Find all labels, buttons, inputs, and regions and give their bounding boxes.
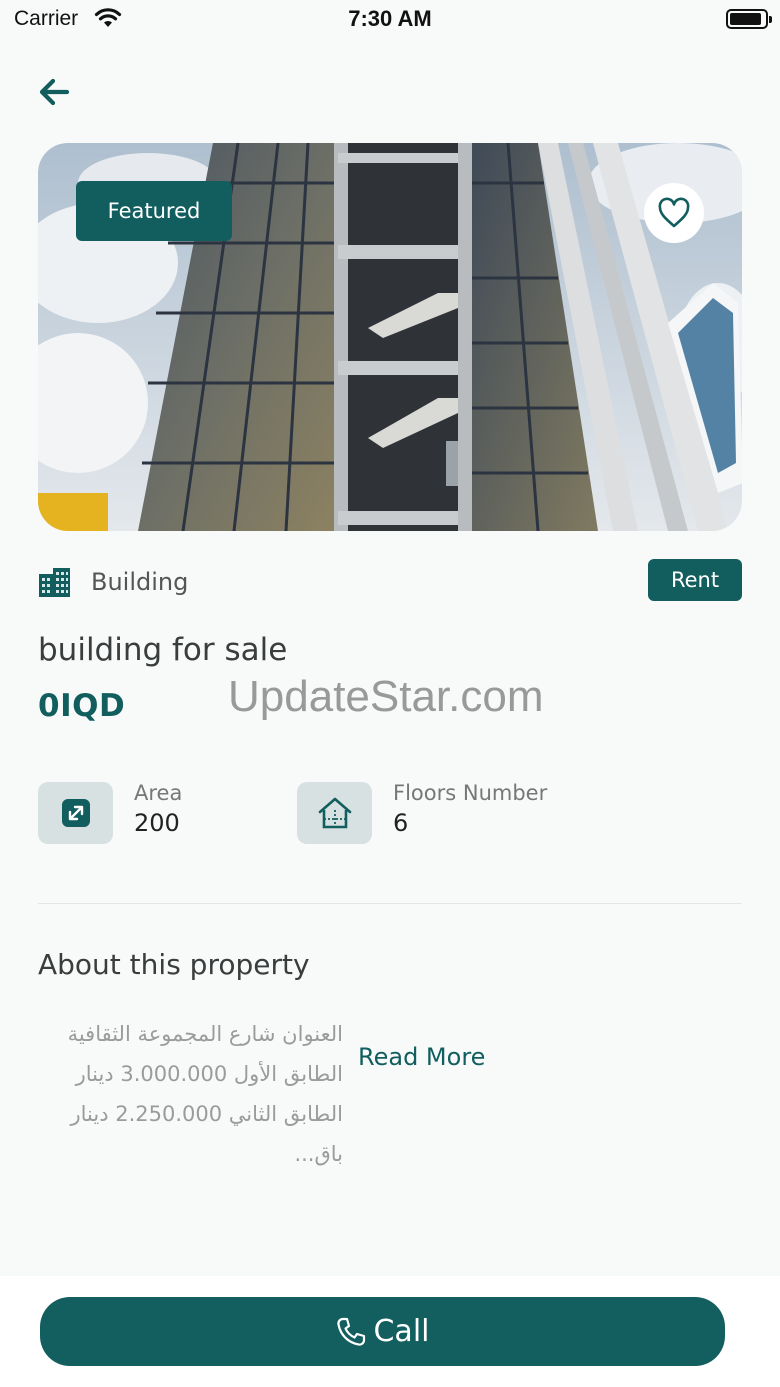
building-icon	[39, 568, 70, 597]
arrow-left-icon	[39, 78, 70, 106]
heart-icon	[658, 197, 690, 228]
back-button[interactable]	[34, 72, 74, 112]
about-heading: About this property	[38, 948, 310, 981]
property-type-row: Building	[38, 562, 188, 602]
about-line: الطابق الثاني 2.250.000 دينار	[70, 1102, 343, 1126]
property-title: building for sale	[38, 632, 288, 668]
stat-floors: Floors Number 6	[297, 781, 548, 844]
status-time: 7:30 AM	[348, 6, 432, 31]
about-line: باق...	[294, 1142, 343, 1166]
property-image: Featured	[38, 143, 742, 531]
stat-floors-label: Floors Number	[393, 781, 548, 805]
status-bar: Carrier 7:30 AM	[0, 0, 780, 40]
stat-area-value: 200	[134, 809, 180, 837]
house-floors-icon	[297, 782, 372, 844]
resize-arrows-icon	[38, 782, 113, 844]
favorite-button[interactable]	[644, 183, 704, 243]
phone-icon	[335, 1316, 367, 1348]
about-line: الطابق الأول 3.000.000 دينار	[75, 1062, 343, 1086]
read-more-link[interactable]: Read More	[358, 1043, 485, 1071]
listing-type-badge: Rent	[648, 559, 742, 601]
property-details-screen: Carrier 7:30 AM Featured Building Rent b…	[0, 0, 780, 1387]
call-button[interactable]: Call	[40, 1297, 725, 1366]
battery-icon	[726, 9, 772, 29]
property-price: 0IQD	[38, 688, 126, 724]
featured-badge: Featured	[76, 181, 232, 241]
stat-area: Area 200	[38, 781, 183, 844]
about-description: العنوان شارع المجموعة الثقافية الطابق ال…	[38, 1014, 343, 1174]
watermark-text: UpdateStar.com	[228, 672, 544, 721]
stat-area-label: Area	[134, 781, 183, 805]
stat-floors-value: 6	[393, 809, 409, 837]
section-divider	[38, 903, 742, 904]
about-line: العنوان شارع المجموعة الثقافية	[67, 1022, 343, 1046]
property-type-label: Building	[91, 568, 189, 596]
call-button-label: Call	[373, 1314, 430, 1349]
